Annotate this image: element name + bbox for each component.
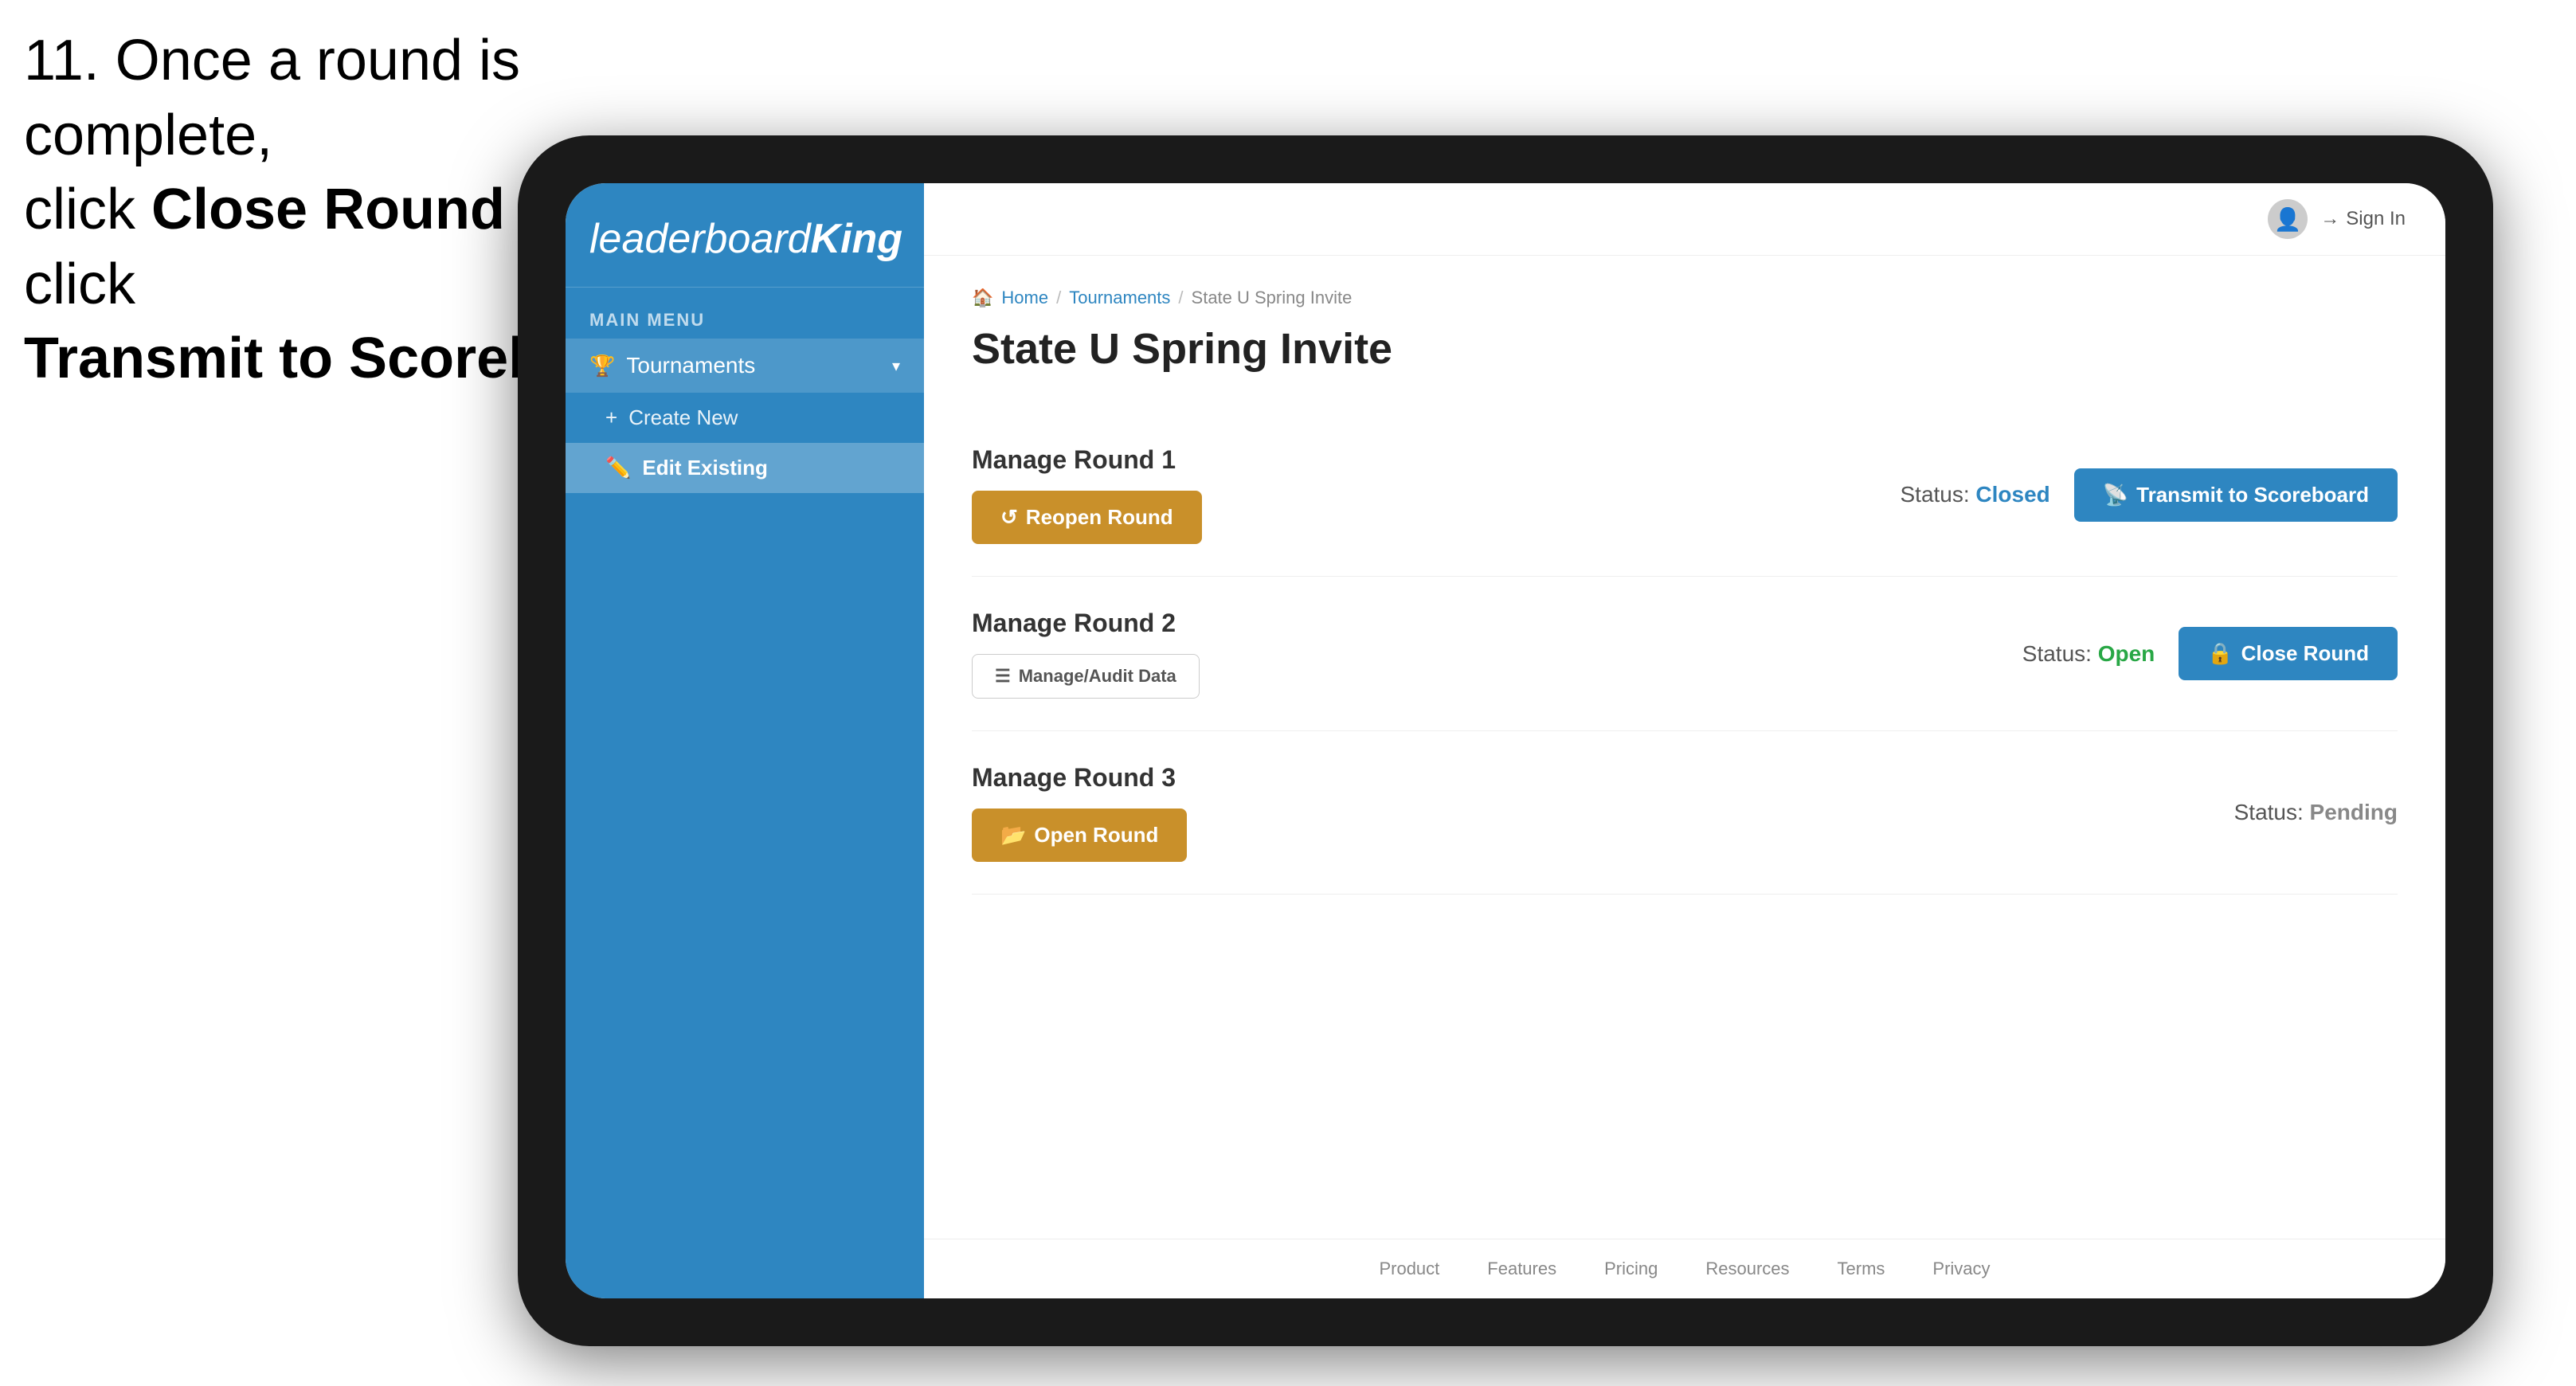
- instruction-bold1: Close Round: [151, 178, 505, 241]
- nav-tournaments-label: Tournaments: [626, 353, 755, 378]
- breadcrumb: 🏠 Home / Tournaments / State U Spring In…: [972, 288, 2398, 308]
- reopen-round-label: Reopen Round: [1026, 505, 1173, 530]
- tablet-device: leaderboardKing MAIN MENU 🏆 Tournaments …: [518, 135, 2493, 1346]
- round-2-right: Status: Open 🔒 Close Round: [2022, 627, 2398, 680]
- tablet-screen: leaderboardKing MAIN MENU 🏆 Tournaments …: [566, 183, 2445, 1298]
- edit-existing-label: Edit Existing: [642, 456, 767, 480]
- round-1-status-value: Closed: [1975, 482, 2049, 507]
- open-icon: 📂: [1000, 823, 1026, 848]
- round-2-title: Manage Round 2: [972, 609, 1200, 638]
- close-round-label: Close Round: [2241, 641, 2369, 666]
- round-3-status-value: Pending: [2310, 800, 2398, 824]
- round-1-status: Status: Closed: [1900, 482, 2049, 507]
- app-footer: Product Features Pricing Resources Terms…: [924, 1239, 2445, 1298]
- open-round-label: Open Round: [1034, 823, 1158, 848]
- lock-icon: 🔒: [2207, 641, 2233, 666]
- sign-in-label: Sign In: [2346, 208, 2406, 230]
- round-3-title: Manage Round 3: [972, 763, 1187, 793]
- breadcrumb-home-link[interactable]: Home: [1001, 288, 1048, 308]
- round-2-left: Manage Round 2 ☰ Manage/Audit Data: [972, 609, 1200, 699]
- trophy-icon: 🏆: [589, 354, 615, 378]
- sub-nav-create-new[interactable]: + Create New: [566, 393, 924, 443]
- round-2-status: Status: Open: [2022, 641, 2155, 667]
- content-area: 🏠 Home / Tournaments / State U Spring In…: [924, 256, 2445, 1239]
- main-content: 👤 → Sign In 🏠 Home / Tournaments / Stat: [924, 183, 2445, 1298]
- logo: leaderboardKing: [589, 215, 900, 263]
- sidebar: leaderboardKing MAIN MENU 🏆 Tournaments …: [566, 183, 924, 1298]
- footer-features[interactable]: Features: [1487, 1259, 1556, 1279]
- sub-nav-edit-existing[interactable]: ✏️ Edit Existing: [566, 443, 924, 493]
- top-bar: 👤 → Sign In: [924, 183, 2445, 256]
- reopen-round-button[interactable]: ↺ Reopen Round: [972, 491, 1202, 544]
- page-title: State U Spring Invite: [972, 324, 2398, 374]
- footer-product[interactable]: Product: [1379, 1259, 1439, 1279]
- round-1-card: Manage Round 1 ↺ Reopen Round Status: Cl…: [972, 413, 2398, 577]
- close-round-button[interactable]: 🔒 Close Round: [2179, 627, 2398, 680]
- round-2-card: Manage Round 2 ☰ Manage/Audit Data Statu…: [972, 577, 2398, 731]
- round-3-left: Manage Round 3 📂 Open Round: [972, 763, 1187, 862]
- footer-pricing[interactable]: Pricing: [1604, 1259, 1658, 1279]
- sign-in-button[interactable]: → Sign In: [2320, 208, 2406, 230]
- transmit-to-scoreboard-button[interactable]: 📡 Transmit to Scoreboard: [2074, 468, 2398, 522]
- round-3-right: Status: Pending: [2234, 800, 2398, 825]
- breadcrumb-tournaments-link[interactable]: Tournaments: [1069, 288, 1170, 308]
- breadcrumb-home-icon: 🏠: [972, 288, 993, 308]
- chevron-down-icon: ▾: [892, 356, 900, 376]
- round-1-left: Manage Round 1 ↺ Reopen Round: [972, 445, 1202, 544]
- transmit-icon: 📡: [2103, 483, 2128, 507]
- plus-icon: +: [605, 405, 617, 430]
- round-1-title: Manage Round 1: [972, 445, 1202, 475]
- round-3-status: Status: Pending: [2234, 800, 2398, 825]
- create-new-label: Create New: [628, 405, 738, 430]
- footer-terms[interactable]: Terms: [1838, 1259, 1885, 1279]
- instruction-line1: 11. Once a round is complete,: [24, 29, 520, 167]
- logo-leaderboard: leaderboard: [589, 216, 811, 262]
- open-round-button[interactable]: 📂 Open Round: [972, 808, 1187, 862]
- avatar: 👤: [2268, 199, 2308, 239]
- footer-privacy[interactable]: Privacy: [1932, 1259, 1990, 1279]
- sub-nav: + Create New ✏️ Edit Existing: [566, 393, 924, 493]
- reopen-icon: ↺: [1000, 505, 1018, 530]
- logo-area: leaderboardKing: [566, 183, 924, 288]
- round-3-card: Manage Round 3 📂 Open Round Status: Pend…: [972, 731, 2398, 895]
- audit-icon: ☰: [995, 666, 1011, 687]
- sign-in-arrow-icon: →: [2320, 208, 2339, 230]
- nav-item-tournaments[interactable]: 🏆 Tournaments ▾: [566, 339, 924, 393]
- footer-resources[interactable]: Resources: [1705, 1259, 1789, 1279]
- edit-icon: ✏️: [605, 456, 631, 480]
- main-menu-label: MAIN MENU: [566, 288, 924, 339]
- manage-audit-label: Manage/Audit Data: [1019, 666, 1176, 687]
- app-layout: leaderboardKing MAIN MENU 🏆 Tournaments …: [566, 183, 2445, 1298]
- transmit-label: Transmit to Scoreboard: [2136, 483, 2369, 507]
- logo-king: King: [811, 216, 903, 262]
- breadcrumb-current: State U Spring Invite: [1192, 288, 1353, 308]
- round-1-right: Status: Closed 📡 Transmit to Scoreboard: [1900, 468, 2398, 522]
- round-2-status-value: Open: [2098, 641, 2155, 666]
- manage-audit-button[interactable]: ☰ Manage/Audit Data: [972, 654, 1200, 699]
- breadcrumb-sep2: /: [1178, 288, 1183, 308]
- breadcrumb-sep1: /: [1056, 288, 1061, 308]
